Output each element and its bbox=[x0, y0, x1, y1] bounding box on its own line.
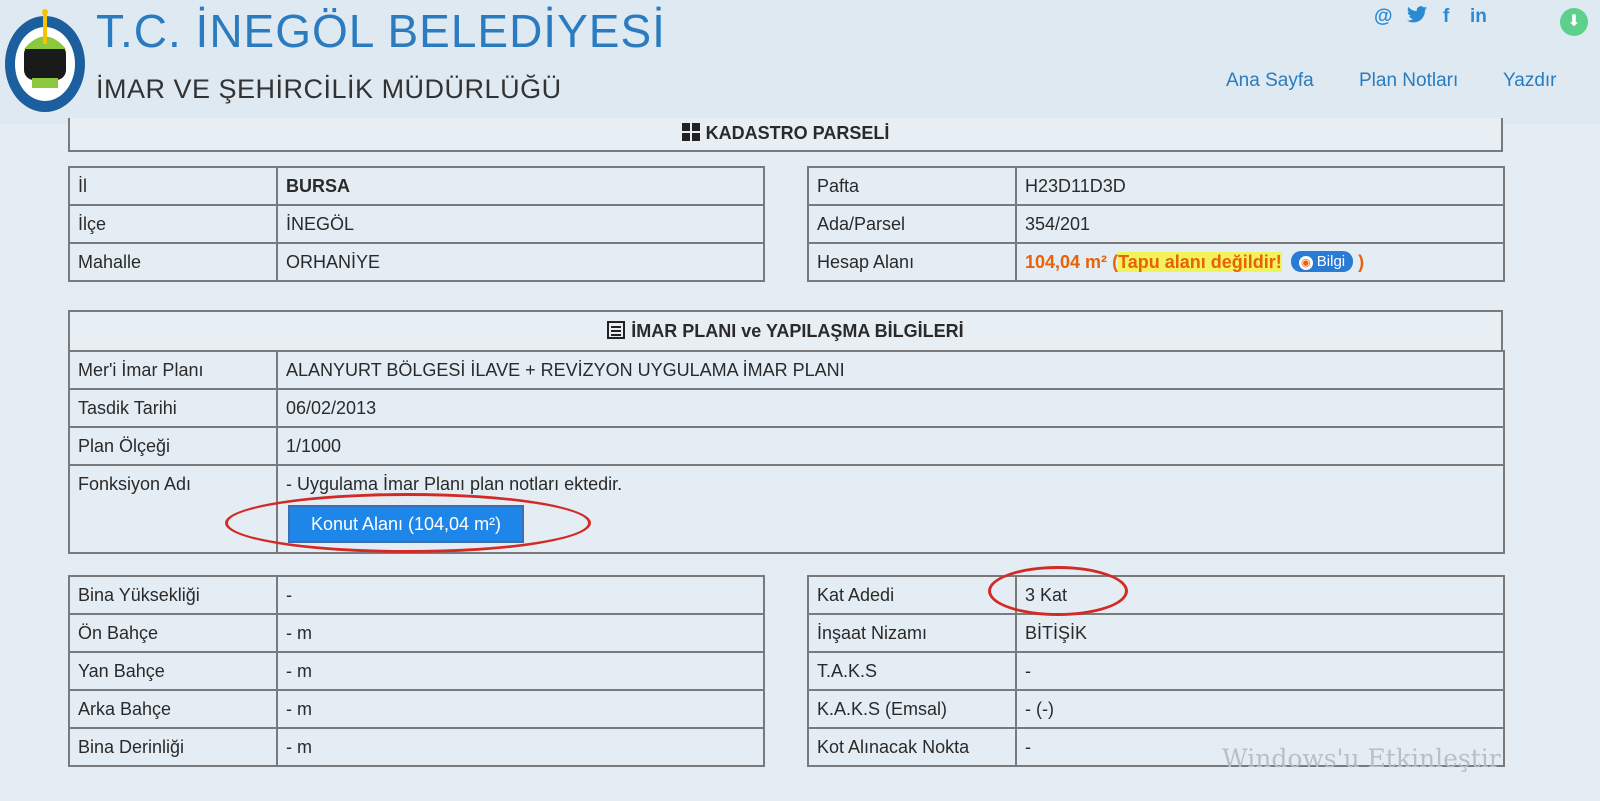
page-header: T.C. İNEGÖL BELEDİYESİ İMAR VE ŞEHİRCİLİ… bbox=[0, 0, 1600, 124]
municipality-logo bbox=[5, 9, 85, 112]
table-row: İl BURSA bbox=[68, 166, 765, 206]
imar-heading-text: İMAR PLANI ve YAPILAŞMA BİLGİLERİ bbox=[631, 321, 964, 341]
field-value: 354/201 bbox=[1015, 204, 1505, 244]
area-value: 104,04 m² bbox=[1025, 252, 1108, 272]
table-row: İlçe İNEGÖL bbox=[68, 204, 765, 244]
document-list-icon bbox=[607, 321, 626, 339]
field-label: Bina Yüksekliği bbox=[68, 575, 278, 615]
imar-heading: İMAR PLANI ve YAPILAŞMA BİLGİLERİ bbox=[68, 310, 1503, 352]
field-label: İnşaat Nizamı bbox=[807, 613, 1017, 653]
table-row: Mer'i İmar Planı ALANYURT BÖLGESİ İLAVE +… bbox=[68, 350, 1505, 390]
info-button[interactable]: ◉ Bilgi bbox=[1290, 251, 1354, 272]
email-icon[interactable]: @ bbox=[1374, 6, 1393, 28]
facebook-icon[interactable]: f bbox=[1443, 6, 1449, 28]
linkedin-icon[interactable]: in bbox=[1470, 6, 1487, 28]
field-label: İl bbox=[68, 166, 278, 206]
nav-plan-notes[interactable]: Plan Notları bbox=[1359, 70, 1458, 92]
globe-icon: ◉ bbox=[1298, 256, 1313, 270]
field-label: Plan Ölçeği bbox=[68, 426, 278, 466]
info-button-label: Bilgi bbox=[1316, 253, 1346, 270]
field-label: İlçe bbox=[68, 204, 278, 244]
field-value: - m bbox=[276, 689, 765, 729]
nav-home[interactable]: Ana Sayfa bbox=[1226, 70, 1314, 92]
field-value: ORHANİYE bbox=[276, 242, 765, 282]
field-value: - m bbox=[276, 613, 765, 653]
field-value: 1/1000 bbox=[276, 426, 1505, 466]
department-subtitle: İMAR VE ŞEHİRCİLİK MÜDÜRLÜĞÜ bbox=[96, 74, 562, 104]
paren-close: ) bbox=[1358, 252, 1365, 272]
activation-watermark: Windows'u Etkinleştir bbox=[1222, 744, 1501, 773]
field-label: Kot Alınacak Nokta bbox=[807, 727, 1017, 767]
table-row: T.A.K.S - bbox=[807, 651, 1505, 691]
table-row: Bina Yüksekliği - bbox=[68, 575, 765, 615]
field-value: - bbox=[1015, 651, 1505, 691]
field-label: Arka Bahçe bbox=[68, 689, 278, 729]
table-row: Kat Adedi 3 Kat bbox=[807, 575, 1505, 615]
field-value: - bbox=[276, 575, 765, 615]
building-right-table: Kat Adedi 3 Kat İnşaat Nizamı BİTİŞİK T.A.… bbox=[807, 575, 1505, 767]
field-label: Tasdik Tarihi bbox=[68, 388, 278, 428]
table-row: İnşaat Nizamı BİTİŞİK bbox=[807, 613, 1505, 653]
field-value: - (-) bbox=[1015, 689, 1505, 729]
deed-warning: Tapu alanı değildir! bbox=[1118, 252, 1282, 272]
download-icon[interactable]: ⬇ bbox=[1560, 8, 1588, 36]
field-value: - m bbox=[276, 727, 765, 767]
twitter-icon[interactable] bbox=[1406, 5, 1428, 31]
table-row: K.A.K.S (Emsal) - (-) bbox=[807, 689, 1505, 729]
field-label: K.A.K.S (Emsal) bbox=[807, 689, 1017, 729]
field-label: T.A.K.S bbox=[807, 651, 1017, 691]
building-left-table: Bina Yüksekliği - Ön Bahçe - m Yan Bahçe - … bbox=[68, 575, 765, 767]
field-value: 104,04 m² (Tapu alanı değildir! ◉ Bilgi ) bbox=[1015, 242, 1505, 282]
field-label: Yan Bahçe bbox=[68, 651, 278, 691]
grid-icon bbox=[681, 123, 700, 141]
annotation-circle bbox=[988, 566, 1128, 616]
field-label: Bina Derinliği bbox=[68, 727, 278, 767]
field-value: BURSA bbox=[276, 166, 765, 206]
nav-print[interactable]: Yazdır bbox=[1503, 70, 1557, 92]
field-value: ALANYURT BÖLGESİ İLAVE + REVİZYON UYGULA… bbox=[276, 350, 1505, 390]
field-value: İNEGÖL bbox=[276, 204, 765, 244]
kadastro-heading-text: KADASTRO PARSELİ bbox=[705, 123, 890, 143]
field-label: Hesap Alanı bbox=[807, 242, 1017, 282]
field-label: Kat Adedi bbox=[807, 575, 1017, 615]
table-row: Ada/Parsel 354/201 bbox=[807, 204, 1505, 244]
table-row: Arka Bahçe - m bbox=[68, 689, 765, 729]
field-value: H23D11D3D bbox=[1015, 166, 1505, 206]
field-label: Ön Bahçe bbox=[68, 613, 278, 653]
table-row: Mahalle ORHANİYE bbox=[68, 242, 765, 282]
table-row: Bina Derinliği - m bbox=[68, 727, 765, 767]
kadastro-left-table: İl BURSA İlçe İNEGÖL Mahalle ORHANİYE bbox=[68, 166, 765, 282]
table-row: Yan Bahçe - m bbox=[68, 651, 765, 691]
table-row: Ön Bahçe - m bbox=[68, 613, 765, 653]
annotation-circle bbox=[225, 493, 591, 553]
field-label: Mahalle bbox=[68, 242, 278, 282]
table-row: Pafta H23D11D3D bbox=[807, 166, 1505, 206]
org-title: T.C. İNEGÖL BELEDİYESİ bbox=[96, 5, 666, 57]
plan-notes-text: - Uygulama İmar Planı plan notları ekted… bbox=[286, 474, 623, 494]
kadastro-right-table: Pafta H23D11D3D Ada/Parsel 354/201 Hesap A… bbox=[807, 166, 1505, 282]
kadastro-heading: KADASTRO PARSELİ bbox=[68, 118, 1503, 152]
field-label: Pafta bbox=[807, 166, 1017, 206]
table-row: Plan Ölçeği 1/1000 bbox=[68, 426, 1505, 466]
field-label: Mer'i İmar Planı bbox=[68, 350, 278, 390]
field-label: Ada/Parsel bbox=[807, 204, 1017, 244]
field-value: 06/02/2013 bbox=[276, 388, 1505, 428]
field-value: - m bbox=[276, 651, 765, 691]
table-row: Hesap Alanı 104,04 m² (Tapu alanı değild… bbox=[807, 242, 1505, 282]
field-value: BİTİŞİK bbox=[1015, 613, 1505, 653]
table-row: Tasdik Tarihi 06/02/2013 bbox=[68, 388, 1505, 428]
